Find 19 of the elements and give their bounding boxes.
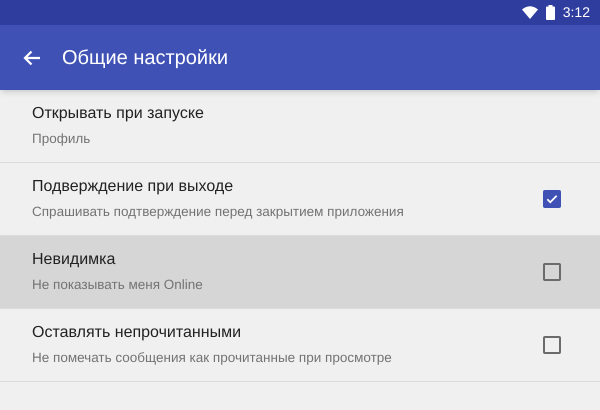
back-button[interactable] — [22, 48, 42, 68]
setting-summary: Спрашивать подтверждение перед закрытием приложения — [32, 203, 405, 222]
wifi-icon — [522, 6, 538, 19]
setting-summary: Профиль — [32, 130, 92, 148]
settings-item[interactable]: Оставлять непрочитанными Не помечать сообщения как прочитанные при просмотре — [0, 309, 600, 382]
checkbox[interactable] — [543, 263, 561, 281]
settings-item[interactable]: Невидимка Не показывать меня Online — [0, 236, 600, 309]
setting-title: Невидимка — [32, 250, 116, 270]
checkbox[interactable] — [543, 336, 561, 354]
setting-title: Открывать при запуске — [32, 104, 205, 124]
setting-summary: Не показывать меня Online — [32, 276, 204, 294]
checkbox[interactable] — [543, 190, 561, 208]
status-time: 3:12 — [562, 3, 590, 22]
settings-item[interactable]: Открывать при запуске Профиль — [0, 90, 600, 163]
setting-title: Подверждение при выходе — [32, 177, 234, 198]
setting-summary: Не помечать сообщения как прочитанные при просмотре — [32, 349, 393, 368]
battery-icon — [546, 5, 555, 20]
app-bar-title: Общие настройки — [62, 46, 228, 70]
setting-title: Оставлять непрочитанными — [32, 323, 242, 344]
